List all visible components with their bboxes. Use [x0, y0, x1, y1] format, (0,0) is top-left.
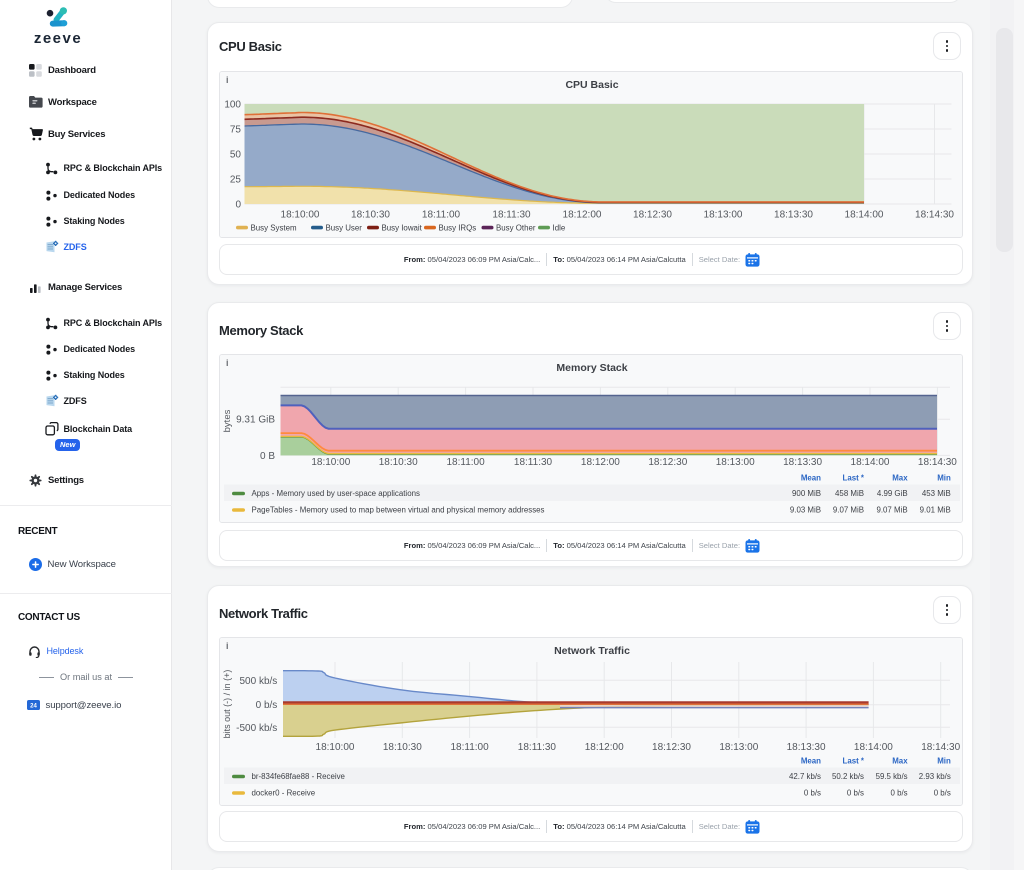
- svg-text:18:10:00: 18:10:00: [281, 209, 320, 220]
- svg-text:18:11:00: 18:11:00: [451, 742, 490, 753]
- svg-text:50.2 kb/s: 50.2 kb/s: [832, 772, 864, 781]
- svg-text:18:10:00: 18:10:00: [316, 742, 355, 753]
- svg-text:2.93 kb/s: 2.93 kb/s: [919, 772, 951, 781]
- svg-text:18:13:00: 18:13:00: [719, 742, 758, 753]
- svg-text:Max: Max: [892, 474, 908, 483]
- svg-text:18:10:30: 18:10:30: [379, 457, 418, 468]
- svg-text:18:13:00: 18:13:00: [716, 457, 755, 468]
- svg-text:PageTables - Memory used to ma: PageTables - Memory used to map between …: [252, 506, 545, 515]
- svg-text:18:10:30: 18:10:30: [351, 209, 390, 220]
- svg-text:900 MiB: 900 MiB: [792, 489, 821, 498]
- svg-text:Apps - Memory used by user-spa: Apps - Memory used by user-space applica…: [252, 489, 420, 498]
- svg-text:0 b/s: 0 b/s: [804, 789, 821, 798]
- svg-text:18:12:00: 18:12:00: [585, 742, 624, 753]
- svg-text:0 b/s: 0 b/s: [256, 700, 278, 711]
- svg-text:18:13:00: 18:13:00: [704, 209, 743, 220]
- svg-text:18:14:00: 18:14:00: [851, 457, 890, 468]
- svg-text:bits out (-) / in (+): bits out (-) / in (+): [222, 670, 232, 739]
- svg-text:Mean: Mean: [801, 474, 821, 483]
- svg-text:24: 24: [30, 703, 37, 709]
- svg-text:18:13:30: 18:13:30: [787, 742, 826, 753]
- svg-text:CPU Basic: CPU Basic: [565, 79, 618, 91]
- svg-text:18:11:30: 18:11:30: [492, 209, 531, 220]
- svg-text:Busy IRQs: Busy IRQs: [439, 224, 477, 233]
- svg-text:Busy Other: Busy Other: [496, 224, 536, 233]
- svg-text:i: i: [226, 358, 229, 368]
- svg-text:18:11:30: 18:11:30: [514, 457, 553, 468]
- svg-text:br-834fe68fae88 - Receive: br-834fe68fae88 - Receive: [252, 772, 346, 781]
- svg-text:100: 100: [224, 100, 241, 111]
- svg-text:0: 0: [235, 200, 241, 211]
- svg-text:25: 25: [230, 175, 242, 186]
- svg-text:18:12:30: 18:12:30: [633, 209, 672, 220]
- svg-text:18:12:00: 18:12:00: [581, 457, 620, 468]
- svg-text:Busy User: Busy User: [326, 224, 363, 233]
- svg-text:9.01 MiB: 9.01 MiB: [920, 506, 951, 515]
- svg-text:Memory Stack: Memory Stack: [556, 362, 627, 374]
- svg-text:Busy System: Busy System: [251, 224, 297, 233]
- svg-text:bytes: bytes: [222, 409, 233, 432]
- svg-text:18:14:00: 18:14:00: [854, 742, 893, 753]
- svg-text:9.31 GiB: 9.31 GiB: [236, 415, 275, 426]
- svg-text:9.07 MiB: 9.07 MiB: [876, 506, 907, 515]
- svg-text:453 MiB: 453 MiB: [922, 489, 951, 498]
- svg-text:18:14:00: 18:14:00: [845, 209, 884, 220]
- svg-text:i: i: [226, 641, 229, 651]
- svg-text:18:10:00: 18:10:00: [311, 457, 350, 468]
- svg-text:Idle: Idle: [553, 224, 566, 233]
- svg-text:18:13:30: 18:13:30: [774, 209, 813, 220]
- svg-text:18:13:30: 18:13:30: [783, 457, 822, 468]
- svg-text:500 kb/s: 500 kb/s: [239, 676, 277, 687]
- svg-text:18:12:30: 18:12:30: [648, 457, 687, 468]
- svg-text:18:11:30: 18:11:30: [518, 742, 557, 753]
- svg-text:0 B: 0 B: [260, 451, 275, 462]
- svg-text:50: 50: [230, 150, 242, 161]
- svg-text:Min: Min: [937, 474, 951, 483]
- svg-text:9.03 MiB: 9.03 MiB: [790, 506, 821, 515]
- svg-text:Min: Min: [937, 757, 951, 766]
- svg-text:18:12:00: 18:12:00: [563, 209, 602, 220]
- svg-text:18:14:30: 18:14:30: [921, 742, 960, 753]
- svg-text:18:14:30: 18:14:30: [918, 457, 957, 468]
- svg-text:docker0 - Receive: docker0 - Receive: [252, 789, 316, 798]
- svg-text:18:11:00: 18:11:00: [422, 209, 461, 220]
- svg-text:75: 75: [230, 125, 242, 136]
- svg-text:0 b/s: 0 b/s: [847, 789, 864, 798]
- svg-text:42.7 kb/s: 42.7 kb/s: [789, 772, 821, 781]
- svg-text:Max: Max: [892, 757, 908, 766]
- svg-text:9.07 MiB: 9.07 MiB: [833, 506, 864, 515]
- svg-text:i: i: [226, 75, 229, 85]
- svg-text:Last *: Last *: [843, 757, 865, 766]
- svg-text:0 b/s: 0 b/s: [934, 789, 951, 798]
- svg-text:59.5 kb/s: 59.5 kb/s: [876, 772, 908, 781]
- svg-text:0 b/s: 0 b/s: [890, 789, 907, 798]
- svg-text:Last *: Last *: [843, 474, 865, 483]
- svg-text:18:10:30: 18:10:30: [383, 742, 422, 753]
- svg-text:Mean: Mean: [801, 757, 821, 766]
- svg-text:Network Traffic: Network Traffic: [554, 645, 630, 657]
- svg-text:458 MiB: 458 MiB: [835, 489, 864, 498]
- svg-text:18:11:00: 18:11:00: [447, 457, 486, 468]
- svg-text:-500 kb/s: -500 kb/s: [236, 723, 277, 734]
- svg-text:18:14:30: 18:14:30: [915, 209, 954, 220]
- svg-text:Busy Iowait: Busy Iowait: [382, 224, 423, 233]
- svg-text:4.99 GiB: 4.99 GiB: [877, 489, 908, 498]
- svg-text:18:12:30: 18:12:30: [652, 742, 691, 753]
